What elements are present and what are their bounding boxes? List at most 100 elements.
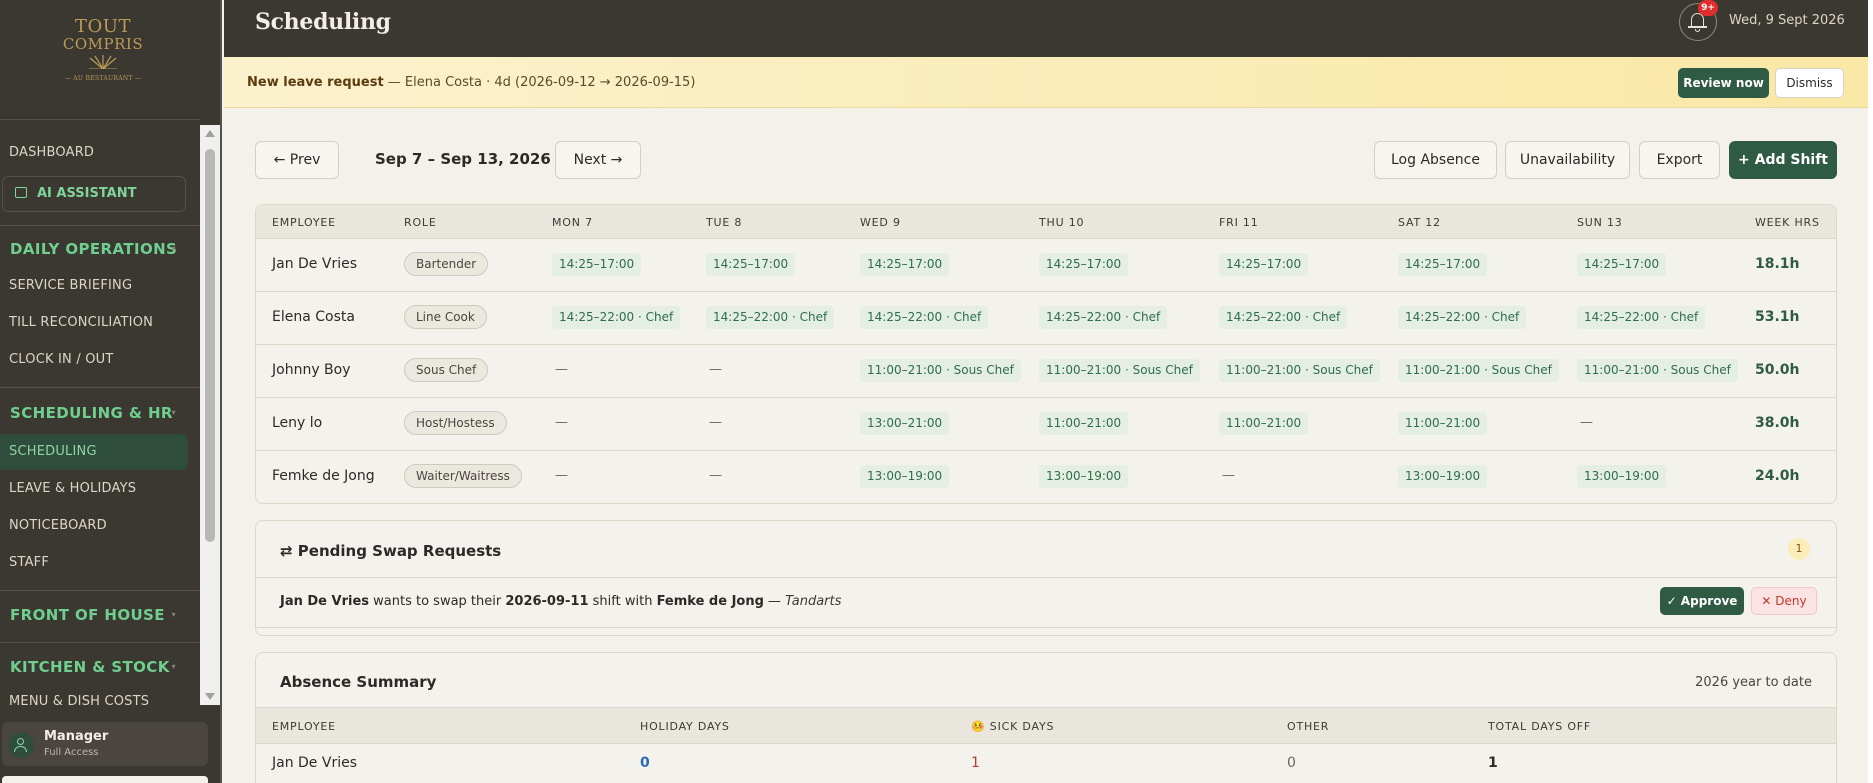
shift-block[interactable]: 14:25–17:00 (1219, 253, 1309, 276)
table-row[interactable]: Leny lo Host/Hostess — — 13:00–21:00 11:… (256, 398, 1836, 451)
empty-shift[interactable]: — (555, 468, 568, 483)
scroll-down-icon[interactable] (205, 693, 215, 700)
empty-shift[interactable]: — (555, 362, 568, 377)
scroll-up-icon[interactable] (205, 130, 215, 137)
table-header: EMPLOYEE ROLE MON 7 TUE 8 WED 9 THU 10 F… (256, 205, 1836, 239)
shift-block[interactable]: 14:25–22:00 · Chef (1577, 306, 1706, 329)
table-row[interactable]: Elena Costa Line Cook 14:25–22:00 · Chef… (256, 292, 1836, 345)
prev-week-button[interactable]: ← Prev (255, 141, 339, 179)
table-row[interactable]: Johnny Boy Sous Chef — — 11:00–21:00 · S… (256, 345, 1836, 398)
shift-block[interactable]: 13:00–19:00 (860, 465, 950, 488)
sidebar-item-noticeboard[interactable]: NOTICEBOARD (0, 508, 188, 544)
shift-block[interactable]: 11:00–21:00 · Sous Chef (860, 359, 1021, 382)
bell-icon-clapper (1695, 29, 1700, 32)
shift-block[interactable]: 11:00–21:00 · Sous Chef (1039, 359, 1200, 382)
user-profile[interactable]: Manager Full Access (2, 722, 208, 766)
section-kitchen-stock[interactable]: KITCHEN & STOCK ▾ (0, 649, 188, 685)
shift-block[interactable]: 14:25–17:00 (1398, 253, 1488, 276)
empty-shift[interactable]: — (709, 468, 722, 483)
sidebar-scrollbar[interactable] (200, 125, 220, 705)
dismiss-button[interactable]: Dismiss (1775, 68, 1844, 98)
week-hours: 24.0h (1755, 468, 1800, 484)
shift-block[interactable]: 11:00–21:00 · Sous Chef (1398, 359, 1559, 382)
employee-name: Jan De Vries (272, 256, 358, 272)
table-row[interactable]: Femke de Jong Waiter/Waitress — — 13:00–… (256, 451, 1836, 503)
shift-block[interactable]: 11:00–21:00 (1039, 412, 1129, 435)
approve-button[interactable]: ✓ Approve (1660, 587, 1744, 615)
sidebar-item-service-briefing[interactable]: SERVICE BRIEFING (0, 268, 188, 304)
sidebar-item-clock-in-out[interactable]: CLOCK IN / OUT (0, 342, 188, 378)
shift-block[interactable]: 11:00–21:00 · Sous Chef (1577, 359, 1738, 382)
sidebar-item-menu-dish-costs[interactable]: MENU & DISH COSTS (0, 684, 188, 705)
shift-block[interactable]: 11:00–21:00 · Sous Chef (1219, 359, 1380, 382)
shift-block[interactable]: 14:25–22:00 · Chef (706, 306, 835, 329)
logo-word-bottom: COMPRIS (62, 35, 144, 53)
sidebar: TOUT COMPRIS — AU RESTAURANT — DASHBOARD… (0, 0, 222, 783)
shift-block[interactable]: 14:25–22:00 · Chef (1398, 306, 1527, 329)
export-button[interactable]: Export (1639, 141, 1720, 179)
shift-block[interactable]: 14:25–17:00 (860, 253, 950, 276)
shift-block[interactable]: 13:00–21:00 (860, 412, 950, 435)
week-range-label: Sep 7 – Sep 13, 2026 (375, 150, 551, 168)
sidebar-nav: DASHBOARD AI ASSISTANT DAILY OPERATIONS ▾… (0, 125, 200, 705)
sidebar-item-dashboard[interactable]: DASHBOARD (0, 135, 188, 171)
column-header: THU 10 (1039, 216, 1085, 229)
user-icon-body (14, 746, 27, 752)
shift-block[interactable]: 14:25–22:00 · Chef (1219, 306, 1348, 329)
brand-logo[interactable]: TOUT COMPRIS — AU RESTAURANT — (62, 18, 144, 94)
section-front-of-house[interactable]: FRONT OF HOUSE ▾ (0, 597, 188, 633)
column-header: TUE 8 (706, 216, 743, 229)
shift-block[interactable]: 14:25–17:00 (706, 253, 796, 276)
absence-period: 2026 year to date (1695, 675, 1812, 690)
log-absence-button[interactable]: Log Absence (1374, 141, 1497, 179)
sidebar-item-till-reconciliation[interactable]: TILL RECONCILIATION (0, 305, 188, 341)
week-hours: 38.0h (1755, 415, 1800, 431)
shift-block[interactable]: 13:00–19:00 (1039, 465, 1129, 488)
section-label: FRONT OF HOUSE (10, 606, 165, 624)
swap-date: 2026-09-11 (505, 594, 589, 609)
shift-block[interactable]: 14:25–17:00 (1039, 253, 1129, 276)
topbar: Scheduling 9+ Wed, 9 Sept 2026 (224, 0, 1868, 57)
shift-block[interactable]: 11:00–21:00 (1219, 412, 1309, 435)
shift-block[interactable]: 13:00–19:00 (1398, 465, 1488, 488)
nav-divider (0, 387, 200, 388)
add-shift-button[interactable]: + Add Shift (1729, 141, 1837, 179)
deny-button[interactable]: ✕ Deny (1751, 587, 1817, 615)
shift-block[interactable]: 14:25–17:00 (552, 253, 642, 276)
chevron-down-icon: ▾ (171, 408, 176, 417)
empty-shift[interactable]: — (555, 415, 568, 430)
absence-employee-name: Jan De Vries (272, 755, 358, 771)
unavailability-button[interactable]: Unavailability (1505, 141, 1630, 179)
sidebar-item-staff[interactable]: STAFF (0, 545, 188, 581)
empty-shift[interactable]: — (1580, 415, 1593, 430)
scrollbar-thumb[interactable] (205, 149, 215, 542)
absence-title: Absence Summary (280, 673, 437, 691)
sidebar-item-leave-holidays[interactable]: LEAVE & HOLIDAYS (0, 471, 188, 507)
shift-block[interactable]: 13:00–19:00 (1577, 465, 1667, 488)
section-scheduling-hr[interactable]: SCHEDULING & HR ▾ (0, 395, 188, 431)
absence-table-header: EMPLOYEE HOLIDAY DAYS 🤒 SICK DAYS OTHER … (256, 707, 1836, 744)
banner-message: New leave request — Elena Costa · 4d (20… (247, 75, 695, 90)
empty-shift[interactable]: — (709, 362, 722, 377)
table-row[interactable]: Jan De Vries Bartender 14:25–17:00 14:25… (256, 239, 1836, 292)
divider (256, 577, 1836, 578)
shift-block[interactable]: 14:25–22:00 · Chef (1039, 306, 1168, 329)
sidebar-item-ai-assistant[interactable]: AI ASSISTANT (2, 176, 186, 212)
next-week-button[interactable]: Next → (555, 141, 641, 179)
empty-shift[interactable]: — (709, 415, 722, 430)
nav-divider (0, 590, 200, 591)
column-header: FRI 11 (1219, 216, 1259, 229)
review-now-button[interactable]: Review now (1678, 68, 1769, 98)
shift-block[interactable]: 14:25–17:00 (1577, 253, 1667, 276)
empty-shift[interactable]: — (1222, 468, 1235, 483)
column-header: ROLE (404, 216, 437, 229)
chevron-down-icon: ▾ (171, 244, 176, 253)
page-right-edge (1868, 0, 1873, 783)
absence-summary-card: Absence Summary 2026 year to date EMPLOY… (255, 652, 1837, 783)
shift-block[interactable]: 11:00–21:00 (1398, 412, 1488, 435)
shift-block[interactable]: 14:25–22:00 · Chef (860, 306, 989, 329)
section-daily-operations[interactable]: DAILY OPERATIONS ▾ (0, 231, 188, 267)
sidebar-item-scheduling[interactable]: SCHEDULING (0, 434, 188, 470)
shift-block[interactable]: 14:25–22:00 · Chef (552, 306, 681, 329)
robot-icon (15, 187, 27, 198)
